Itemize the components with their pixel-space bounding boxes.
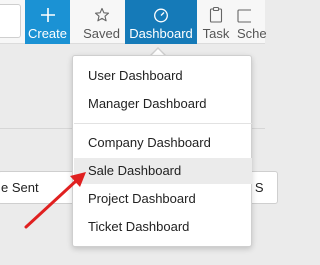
menu-item-label: Ticket Dashboard [88,219,190,234]
menu-item-label: Company Dashboard [88,135,211,150]
calendar-icon [237,0,251,23]
clipboard-icon [209,0,223,23]
saved-button[interactable]: Saved [79,0,124,44]
star-icon [94,0,110,23]
menu-item-label: Sale Dashboard [88,163,182,178]
menu-item-label: Manager Dashboard [88,96,207,111]
menu-item-project-dashboard[interactable]: Project Dashboard [74,186,252,212]
menu-item-manager-dashboard[interactable]: Manager Dashboard [74,91,252,117]
create-button[interactable]: Create [25,0,70,44]
saved-label: Saved [83,26,120,41]
task-button[interactable]: Task [198,0,234,44]
menu-item-ticket-dashboard[interactable]: Ticket Dashboard [74,214,252,240]
menu-item-label: Project Dashboard [88,191,196,206]
plus-icon [40,0,56,23]
schedule-button[interactable]: Sche [237,0,277,44]
menu-item-sale-dashboard[interactable]: Sale Dashboard [74,158,252,184]
menu-item-user-dashboard[interactable]: User Dashboard [74,63,252,89]
dashboard-dropdown-menu: User Dashboard Manager Dashboard Company… [72,55,252,247]
search-field-edge[interactable] [0,4,21,38]
menu-divider [74,123,252,124]
dashboard-label: Dashboard [129,26,193,41]
task-label: Task [202,26,230,41]
background-tab-label: e Sent [1,180,39,195]
create-label: Create [27,26,68,41]
gauge-icon [153,0,169,23]
background-tab-sent[interactable]: e Sent [0,171,76,204]
dashboard-button[interactable]: Dashboard [125,0,197,44]
schedule-label: Sche [237,26,267,41]
menu-item-label: User Dashboard [88,68,183,83]
top-toolbar: Create Saved Dashboard Task Sche [0,0,267,44]
menu-item-company-dashboard[interactable]: Company Dashboard [74,130,252,156]
